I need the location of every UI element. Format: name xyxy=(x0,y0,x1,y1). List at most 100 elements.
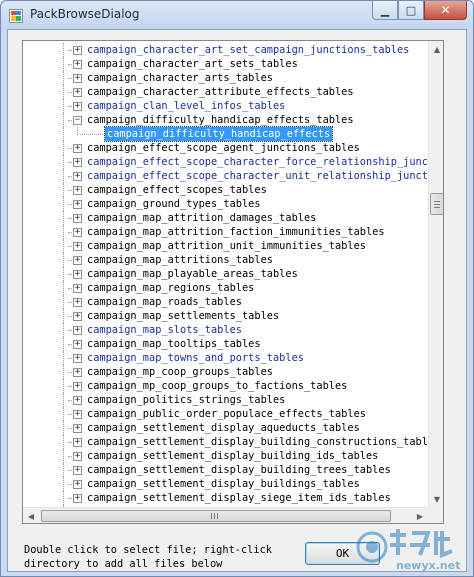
tree-item[interactable]: + campaign_politics_strings_tables xyxy=(23,393,428,407)
expand-icon[interactable]: + xyxy=(73,298,82,307)
close-button[interactable]: ✕ xyxy=(424,1,467,20)
expand-icon[interactable]: + xyxy=(73,312,82,321)
tree-item[interactable]: + campaign_settlement_display_building_id… xyxy=(23,449,428,463)
expand-icon[interactable]: + xyxy=(73,256,82,265)
tree-connector-line xyxy=(63,183,64,197)
expand-icon[interactable]: + xyxy=(73,284,82,293)
tree-item-label: campaign_character_arts_tables xyxy=(87,72,273,84)
expand-icon[interactable]: + xyxy=(73,382,82,391)
tree-connector-line xyxy=(63,225,64,239)
tree-item[interactable]: + campaign_character_art_set_campaign_jun… xyxy=(23,43,428,57)
expand-icon[interactable]: + xyxy=(73,46,82,55)
tree-item[interactable]: + campaign_settlement_display_building_co… xyxy=(23,435,428,449)
tree-item[interactable]: + campaign_mp_coop_groups_tables xyxy=(23,365,428,379)
expand-icon[interactable]: + xyxy=(73,410,82,419)
tree-child-item[interactable]: campaign_difficulty_handicap_effects xyxy=(23,126,428,142)
tree-item[interactable]: + campaign_effect_scope_character_unit_re… xyxy=(23,169,428,183)
tree-item[interactable]: + campaign_map_tooltips_tables xyxy=(23,337,428,351)
tree-item[interactable]: + campaign_settlement_display_siege_item_… xyxy=(23,491,428,505)
expand-icon[interactable]: + xyxy=(73,466,82,475)
horizontal-scrollbar[interactable]: ◀ ▶ xyxy=(23,507,428,523)
tree-connector-line xyxy=(63,365,64,379)
expand-icon[interactable]: + xyxy=(73,172,82,181)
tree-item[interactable]: + campaign_effect_scope_character_force_r… xyxy=(23,155,428,169)
tree-item[interactable]: + campaign_map_attritions_tables xyxy=(23,253,428,267)
tree-item-label: campaign_map_towns_and_ports_tables xyxy=(87,352,304,364)
expand-icon[interactable]: + xyxy=(73,200,82,209)
expand-icon[interactable]: + xyxy=(73,326,82,335)
vertical-scrollbar[interactable]: ▲ ▼ xyxy=(428,41,443,507)
expand-icon[interactable]: + xyxy=(73,186,82,195)
expand-icon[interactable]: + xyxy=(73,74,82,83)
grip-line xyxy=(434,207,440,208)
expand-icon[interactable]: + xyxy=(73,396,82,405)
app-icon xyxy=(9,8,23,23)
vertical-scroll-thumb[interactable] xyxy=(430,193,443,215)
expand-icon[interactable]: + xyxy=(73,438,82,447)
scroll-left-button[interactable]: ◀ xyxy=(23,508,39,523)
tree-item-label: campaign_difficulty_handicap_effects_tab… xyxy=(87,114,354,126)
tree-item[interactable]: + campaign_settlement_display_building_tr… xyxy=(23,463,428,477)
tree-item[interactable]: + campaign_map_attrition_faction_immuniti… xyxy=(23,225,428,239)
tree-item[interactable]: + campaign_settlement_display_buildings_t… xyxy=(23,477,428,491)
tree-connector-line xyxy=(63,393,64,407)
tree-item[interactable]: − campaign_difficulty_handicap_effects_ta… xyxy=(23,113,428,127)
grip-line xyxy=(217,513,218,519)
tree-item[interactable]: + campaign_map_roads_tables xyxy=(23,295,428,309)
tree-item[interactable]: + campaign_mp_coop_groups_to_factions_tab… xyxy=(23,379,428,393)
minimize-button[interactable]: ▁ xyxy=(372,1,398,20)
tree-item[interactable]: + campaign_effect_scope_agent_junctions_t… xyxy=(23,141,428,155)
scroll-up-button[interactable]: ▲ xyxy=(429,41,443,57)
collapse-icon[interactable]: − xyxy=(73,116,82,125)
horizontal-scroll-thumb[interactable] xyxy=(41,510,391,522)
scroll-down-button[interactable]: ▼ xyxy=(429,491,443,507)
tree-item[interactable]: + campaign_character_attribute_effects_ta… xyxy=(23,85,428,99)
tree-connector-line xyxy=(63,57,64,71)
tree-connector-line xyxy=(63,281,64,295)
maximize-button[interactable]: □ xyxy=(398,1,424,20)
expand-icon[interactable]: + xyxy=(73,102,82,111)
tree-item[interactable]: + campaign_settlement_display_aqueducts_t… xyxy=(23,421,428,435)
expand-icon[interactable]: + xyxy=(73,340,82,349)
title-bar[interactable]: PackBrowseDialog ▁ □ ✕ xyxy=(1,1,473,29)
tree-connector-line xyxy=(63,407,64,421)
tree-item[interactable]: + campaign_map_regions_tables xyxy=(23,281,428,295)
expand-icon[interactable]: + xyxy=(73,270,82,279)
expand-icon[interactable]: + xyxy=(73,480,82,489)
scroll-right-button[interactable]: ▶ xyxy=(412,508,428,523)
expand-icon[interactable]: + xyxy=(73,214,82,223)
tree-item[interactable]: + campaign_map_towns_and_ports_tables xyxy=(23,351,428,365)
instruction-text: Double click to select file; right-click… xyxy=(24,543,294,571)
expand-icon[interactable]: + xyxy=(73,452,82,461)
pack-browse-dialog: PackBrowseDialog ▁ □ ✕ + campaign_charact… xyxy=(0,0,474,577)
expand-icon[interactable]: + xyxy=(73,88,82,97)
tree-connector-line xyxy=(63,267,64,281)
tree-item[interactable]: + campaign_clan_level_infos_tables xyxy=(23,99,428,113)
tree-item[interactable]: + campaign_character_arts_tables xyxy=(23,71,428,85)
tree-item[interactable]: + campaign_map_playable_areas_tables xyxy=(23,267,428,281)
expand-icon[interactable]: + xyxy=(73,144,82,153)
tree-item[interactable]: + campaign_ground_types_tables xyxy=(23,197,428,211)
tree-item[interactable]: + campaign_public_order_populace_effects_… xyxy=(23,407,428,421)
tree-item[interactable]: + campaign_character_art_sets_tables xyxy=(23,57,428,71)
grip-line xyxy=(214,513,215,519)
expand-icon[interactable]: + xyxy=(73,354,82,363)
tree-item[interactable]: + campaign_map_attrition_damages_tables xyxy=(23,211,428,225)
expand-icon[interactable]: + xyxy=(73,60,82,69)
expand-icon[interactable]: + xyxy=(73,242,82,251)
pack-tree-view[interactable]: + campaign_character_art_set_campaign_jun… xyxy=(22,40,444,524)
tree-item[interactable]: + campaign_map_slots_tables xyxy=(23,323,428,337)
tree-item[interactable]: + campaign_map_attrition_unit_immunities_… xyxy=(23,239,428,253)
expand-icon[interactable]: + xyxy=(73,494,82,503)
close-icon: ✕ xyxy=(440,3,451,17)
ok-button[interactable]: OK xyxy=(305,542,380,565)
tree-item[interactable]: + campaign_effect_scopes_tables xyxy=(23,183,428,197)
tree-item-label: campaign_settlement_display_building_con… xyxy=(87,436,428,448)
tree-connector-line xyxy=(63,239,64,253)
expand-icon[interactable]: + xyxy=(73,368,82,377)
tree-item-label: campaign_effect_scope_character_unit_rel… xyxy=(87,170,428,182)
expand-icon[interactable]: + xyxy=(73,424,82,433)
tree-item[interactable]: + campaign_map_settlements_tables xyxy=(23,309,428,323)
expand-icon[interactable]: + xyxy=(73,228,82,237)
expand-icon[interactable]: + xyxy=(73,158,82,167)
